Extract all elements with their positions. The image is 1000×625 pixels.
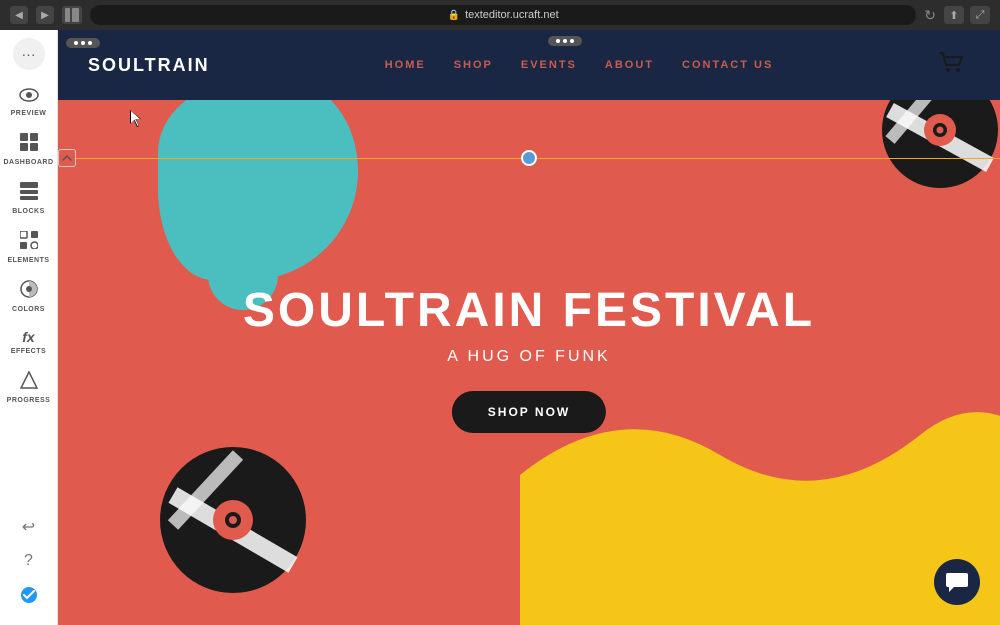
nav-home[interactable]: HOME bbox=[385, 59, 426, 71]
sidebar-item-elements[interactable]: ELEMENTS bbox=[0, 223, 57, 272]
nav-shop[interactable]: SHOP bbox=[454, 59, 493, 71]
sidebar-item-blocks-label: BLOCKS bbox=[12, 208, 45, 215]
dot-3 bbox=[570, 39, 574, 43]
help-button[interactable]: ? bbox=[15, 547, 43, 575]
elements-icon bbox=[20, 231, 38, 254]
dot-1 bbox=[556, 39, 560, 43]
main-layout: ··· PREVIEW DASHBOARD bbox=[0, 30, 1000, 625]
blocks-icon bbox=[20, 182, 38, 205]
guide-dot-center bbox=[521, 150, 537, 166]
sidebar-bottom: ↩ ? bbox=[15, 513, 43, 617]
progress-icon bbox=[20, 371, 38, 394]
section-menu-left[interactable] bbox=[66, 38, 100, 48]
reload-button[interactable]: ↻ bbox=[924, 7, 936, 24]
sidebar-item-progress[interactable]: PROGRESS bbox=[0, 363, 57, 412]
sidebar-item-effects[interactable]: fx EFFECTS bbox=[0, 321, 57, 363]
section-menu-right[interactable] bbox=[548, 36, 582, 46]
section-collapse-handle[interactable] bbox=[58, 149, 76, 167]
more-dots-icon: ··· bbox=[22, 46, 36, 62]
nav-events[interactable]: EVENTS bbox=[521, 59, 577, 71]
sidebar-item-dashboard[interactable]: DASHBOARD bbox=[0, 125, 57, 174]
sidebar-toggle-button[interactable] bbox=[62, 6, 82, 24]
check-button[interactable] bbox=[15, 581, 43, 609]
dot-3 bbox=[88, 41, 92, 45]
dot-1 bbox=[74, 41, 78, 45]
maximize-button[interactable]: ⤢ bbox=[970, 6, 990, 24]
sidebar-item-blocks[interactable]: BLOCKS bbox=[0, 174, 57, 223]
sidebar-item-effects-label: EFFECTS bbox=[11, 348, 46, 355]
sidebar-item-progress-label: PROGRESS bbox=[7, 397, 51, 404]
back-button[interactable]: ◀ bbox=[10, 6, 28, 24]
sidebar-item-dashboard-label: DASHBOARD bbox=[4, 159, 54, 166]
effects-icon: fx bbox=[22, 329, 34, 345]
website-preview: SOULTRAIN HOME SHOP EVENTS ABOUT CONTACT… bbox=[58, 30, 1000, 625]
chat-bubble-button[interactable] bbox=[934, 559, 980, 605]
hero-title: SOULTRAIN FESTIVAL bbox=[243, 283, 815, 338]
canvas-area: SOULTRAIN HOME SHOP EVENTS ABOUT CONTACT… bbox=[58, 30, 1000, 625]
sidebar-item-preview[interactable]: PREVIEW bbox=[0, 78, 57, 125]
browser-chrome: ◀ ▶ 🔒 texteditor.ucraft.net ↻ ⬆ ⤢ bbox=[0, 0, 1000, 30]
cart-icon[interactable] bbox=[937, 48, 965, 81]
sidebar-item-colors-label: COLORS bbox=[12, 306, 45, 313]
share-button[interactable]: ⬆ bbox=[944, 6, 964, 24]
more-options-button[interactable]: ··· bbox=[13, 38, 45, 70]
nav-about[interactable]: ABOUT bbox=[605, 59, 654, 71]
shop-now-button[interactable]: SHOP NOW bbox=[452, 391, 606, 433]
dot-2 bbox=[563, 39, 567, 43]
sidebar-item-elements-label: ELEMENTS bbox=[7, 257, 49, 264]
eye-icon bbox=[19, 86, 39, 107]
sidebar-item-colors[interactable]: COLORS bbox=[0, 272, 57, 321]
undo-button[interactable]: ↩ bbox=[15, 513, 43, 541]
url-bar[interactable]: 🔒 texteditor.ucraft.net bbox=[90, 5, 916, 25]
url-text: texteditor.ucraft.net bbox=[465, 9, 559, 21]
dashboard-icon bbox=[20, 133, 38, 156]
nav-contact[interactable]: CONTACT US bbox=[682, 59, 773, 71]
hero-subtitle: A HUG OF FUNK bbox=[243, 348, 815, 366]
browser-actions: ⬆ ⤢ bbox=[944, 6, 990, 24]
sidebar: ··· PREVIEW DASHBOARD bbox=[0, 30, 58, 625]
hero-content: SOULTRAIN FESTIVAL A HUG OF FUNK SHOP NO… bbox=[243, 283, 815, 433]
vinyl-record-left bbox=[158, 445, 308, 595]
dot-2 bbox=[81, 41, 85, 45]
lock-icon: 🔒 bbox=[448, 10, 460, 21]
sidebar-item-preview-label: PREVIEW bbox=[11, 110, 47, 117]
colors-icon bbox=[20, 280, 38, 303]
forward-button[interactable]: ▶ bbox=[36, 6, 54, 24]
